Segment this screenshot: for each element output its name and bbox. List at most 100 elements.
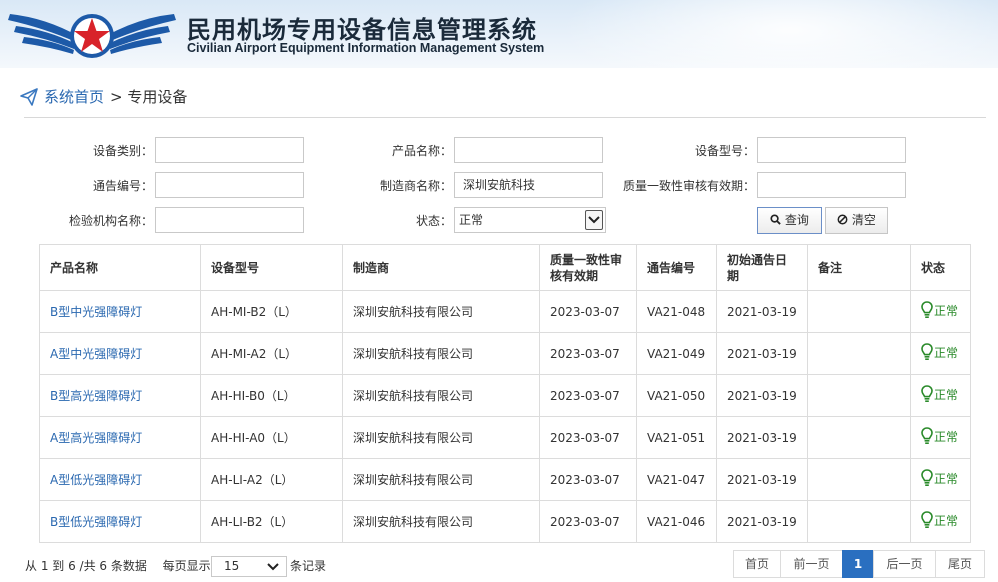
pagination-info: 从 1 到 6 /共 6 条数据 每页显示 (25, 557, 211, 574)
product-name-input[interactable] (454, 137, 603, 163)
paper-plane-icon (20, 88, 38, 106)
lightbulb-icon (921, 427, 933, 444)
status-cell: 正常 (910, 500, 971, 543)
chevron-down-icon[interactable] (585, 210, 603, 230)
quality-validity-cell: 2023-03-07 (539, 290, 637, 333)
status-select[interactable]: 正常 (454, 207, 606, 233)
remarks-cell (807, 458, 911, 501)
model-input[interactable] (757, 137, 906, 163)
status-label: 状态： (415, 214, 452, 228)
notice-number-cell: VA21-050 (636, 374, 717, 417)
manufacturer-cell: 深圳安航科技有限公司 (342, 374, 540, 417)
model-label: 设备型号： (694, 144, 755, 158)
status-cell: 正常 (910, 374, 971, 417)
model-cell: AH-LI-A2（L） (200, 458, 343, 501)
remarks-cell (807, 290, 911, 333)
table-row: A型高光强障碍灯 AH-HI-A0（L） 深圳安航科技有限公司 2023-03-… (39, 416, 971, 459)
breadcrumb-home-link[interactable]: 系统首页 (44, 86, 104, 107)
next-page-button[interactable]: 后一页 (873, 550, 936, 578)
col-header-remarks[interactable]: 备注 (807, 244, 911, 291)
search-button[interactable]: 查询 (757, 207, 822, 234)
clear-button-label: 清空 (851, 213, 876, 227)
records-label: 条记录 (290, 559, 327, 573)
model-cell: AH-HI-A0（L） (200, 416, 343, 459)
col-header-product-name[interactable]: 产品名称 (39, 244, 201, 291)
header-banner: 民用机场专用设备信息管理系统 Civilian Airport Equipmen… (0, 0, 998, 68)
product-name-link[interactable]: A型高光强障碍灯 (39, 416, 201, 459)
status-select-value: 正常 (459, 213, 484, 227)
last-page-button[interactable]: 尾页 (935, 550, 985, 578)
quality-validity-cell: 2023-03-07 (539, 416, 637, 459)
model-cell: AH-LI-B2（L） (200, 500, 343, 543)
clear-button[interactable]: 清空 (825, 207, 888, 234)
lightbulb-icon (921, 343, 933, 360)
divider (24, 117, 986, 118)
product-name-label: 产品名称： (391, 144, 452, 158)
initial-notice-date-cell: 2021-03-19 (716, 458, 808, 501)
col-header-model[interactable]: 设备型号 (200, 244, 343, 291)
col-header-status[interactable]: 状态 (910, 244, 971, 291)
quality-validity-input[interactable] (757, 172, 906, 198)
product-name-link[interactable]: A型中光强障碍灯 (39, 332, 201, 375)
status-text: 正常 (934, 388, 959, 402)
page-1-button[interactable]: 1 (842, 550, 874, 578)
agency-label: 检验机构名称： (68, 214, 153, 228)
manufacturer-cell: 深圳安航科技有限公司 (342, 500, 540, 543)
lightbulb-icon (921, 511, 933, 528)
system-title-cn: 民用机场专用设备信息管理系统 (187, 16, 537, 44)
system-title-en: Civilian Airport Equipment Information M… (187, 41, 545, 55)
first-page-button[interactable]: 首页 (733, 550, 781, 578)
quality-validity-cell: 2023-03-07 (539, 500, 637, 543)
status-badge: 正常 (921, 511, 958, 529)
status-cell: 正常 (910, 458, 971, 501)
status-text: 正常 (934, 346, 959, 360)
product-name-link[interactable]: B型中光强障碍灯 (39, 290, 201, 333)
caac-logo-icon (8, 14, 176, 58)
notice-number-label: 通告编号： (92, 179, 153, 193)
status-text: 正常 (934, 430, 959, 444)
product-name-link[interactable]: B型低光强障碍灯 (39, 500, 201, 543)
initial-notice-date-cell: 2021-03-19 (716, 416, 808, 459)
category-input[interactable] (155, 137, 304, 163)
model-cell: AH-MI-B2（L） (200, 290, 343, 333)
table-row: A型低光强障碍灯 AH-LI-A2（L） 深圳安航科技有限公司 2023-03-… (39, 458, 971, 501)
header-glow (560, 0, 998, 68)
prev-page-button[interactable]: 前一页 (780, 550, 843, 578)
records-summary: 从 1 到 6 /共 6 条数据 (25, 559, 147, 573)
category-label: 设备类别： (92, 144, 153, 158)
remarks-cell (807, 416, 911, 459)
col-header-notice-number[interactable]: 通告编号 (636, 244, 717, 291)
product-name-link[interactable]: A型低光强障碍灯 (39, 458, 201, 501)
lightbulb-icon (921, 385, 933, 402)
ban-icon (837, 214, 848, 225)
manufacturer-cell: 深圳安航科技有限公司 (342, 458, 540, 501)
status-text: 正常 (934, 514, 959, 528)
product-name-link[interactable]: B型高光强障碍灯 (39, 374, 201, 417)
per-page-value: 15 (224, 559, 240, 573)
manufacturer-cell: 深圳安航科技有限公司 (342, 332, 540, 375)
model-cell: AH-MI-A2（L） (200, 332, 343, 375)
notice-number-cell: VA21-047 (636, 458, 717, 501)
per-page-label: 每页显示 (162, 559, 211, 573)
quality-validity-cell: 2023-03-07 (539, 458, 637, 501)
remarks-cell (807, 332, 911, 375)
status-badge: 正常 (921, 427, 958, 445)
remarks-cell (807, 500, 911, 543)
breadcrumb-current: > 专用设备 (110, 88, 188, 106)
agency-input[interactable] (155, 207, 304, 233)
per-page-select[interactable]: 15 (211, 556, 287, 577)
table-row: B型中光强障碍灯 AH-MI-B2（L） 深圳安航科技有限公司 2023-03-… (39, 290, 971, 333)
table-header-row: 产品名称 设备型号 制造商 质量一致性审核有效期 通告编号 初始通告日期 备注 … (39, 244, 971, 291)
notice-number-input[interactable] (155, 172, 304, 198)
col-header-quality-validity[interactable]: 质量一致性审核有效期 (539, 244, 637, 291)
notice-number-cell: VA21-048 (636, 290, 717, 333)
initial-notice-date-cell: 2021-03-19 (716, 332, 808, 375)
chevron-down-icon (267, 563, 279, 571)
quality-validity-cell: 2023-03-07 (539, 332, 637, 375)
status-cell: 正常 (910, 332, 971, 375)
col-header-manufacturer[interactable]: 制造商 (342, 244, 540, 291)
col-header-initial-notice-date[interactable]: 初始通告日期 (716, 244, 808, 291)
manufacturer-input[interactable]: 深圳安航科技 (454, 172, 603, 198)
status-badge: 正常 (921, 301, 958, 319)
notice-number-cell: VA21-051 (636, 416, 717, 459)
